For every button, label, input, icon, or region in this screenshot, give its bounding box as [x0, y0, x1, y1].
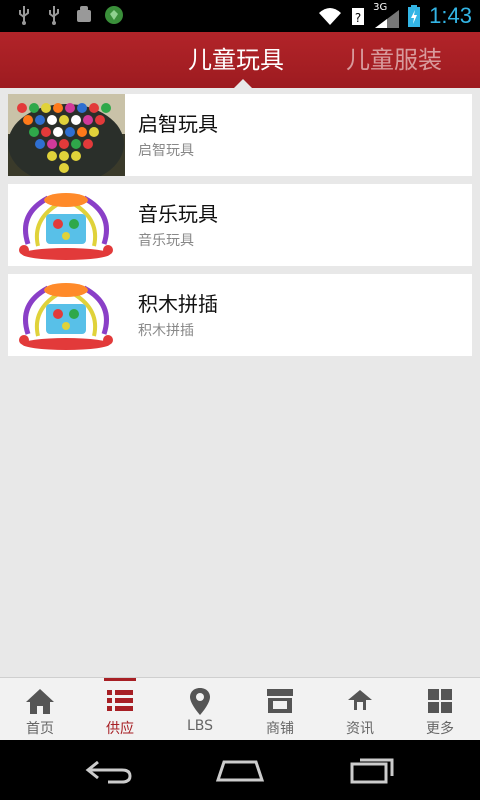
nav-lbs[interactable]: LBS — [160, 678, 240, 741]
item-title: 积木拼插 — [138, 292, 218, 316]
item-title: 音乐玩具 — [138, 202, 218, 226]
item-subtitle: 启智玩具 — [138, 143, 194, 159]
nav-label: 供应 — [106, 721, 134, 737]
item-title: 启智玩具 — [138, 112, 218, 136]
clock: 1:43 — [429, 3, 472, 28]
system-nav-bar — [0, 740, 480, 800]
battery-charging-icon — [408, 5, 421, 27]
nav-home[interactable]: 首页 — [0, 678, 80, 741]
item-subtitle: 音乐玩具 — [138, 233, 194, 249]
list-item[interactable]: 积木拼插 积木拼插 — [8, 274, 472, 356]
wifi-icon — [319, 8, 342, 25]
list-icon — [107, 690, 133, 711]
active-tab-indicator — [234, 79, 252, 88]
back-icon[interactable] — [78, 754, 138, 786]
shield-icon — [105, 6, 123, 24]
nav-label: 更多 — [426, 721, 454, 737]
nav-label: LBS — [186, 718, 214, 734]
location-pin-icon — [190, 688, 210, 715]
usb-icon — [19, 6, 29, 25]
category-list: 启智玩具 启智玩具 音乐玩具 音乐玩具 积木拼插 积木拼插 — [8, 94, 472, 364]
nav-supply[interactable]: 供应 — [80, 678, 160, 741]
recent-apps-icon[interactable] — [344, 754, 404, 786]
nav-news[interactable]: 资讯 — [320, 678, 400, 741]
store-icon — [267, 689, 293, 713]
item-subtitle: 积木拼插 — [138, 323, 194, 339]
activity-cube-image — [8, 274, 125, 356]
svg-text:?: ? — [355, 11, 361, 25]
category-tab-bar: 儿童玩具 儿童服装 — [0, 32, 480, 88]
list-item[interactable]: 启智玩具 启智玩具 — [8, 94, 472, 176]
nav-stores[interactable]: 商铺 — [240, 678, 320, 741]
signal-icon: 3G — [373, 2, 400, 28]
home-button-icon[interactable] — [210, 754, 270, 786]
nav-label: 商铺 — [266, 721, 294, 737]
sim-alert-icon: ? — [352, 8, 365, 25]
bottom-nav: 首页 供应 LBS 商铺 资讯 更多 — [0, 677, 480, 740]
news-icon — [348, 690, 372, 710]
grid-icon — [428, 689, 452, 713]
nav-label: 首页 — [26, 721, 54, 737]
activity-cube-image — [8, 184, 125, 266]
bead-toy-image — [8, 94, 125, 176]
home-icon — [26, 689, 54, 714]
tab-kids-clothing[interactable]: 儿童服装 — [346, 32, 442, 88]
android-debug-icon — [77, 6, 91, 22]
usb-icon — [49, 6, 59, 25]
list-item[interactable]: 音乐玩具 音乐玩具 — [8, 184, 472, 266]
nav-label: 资讯 — [346, 721, 374, 737]
status-bar: ? 3G 1:43 — [0, 0, 480, 32]
nav-more[interactable]: 更多 — [400, 678, 480, 741]
